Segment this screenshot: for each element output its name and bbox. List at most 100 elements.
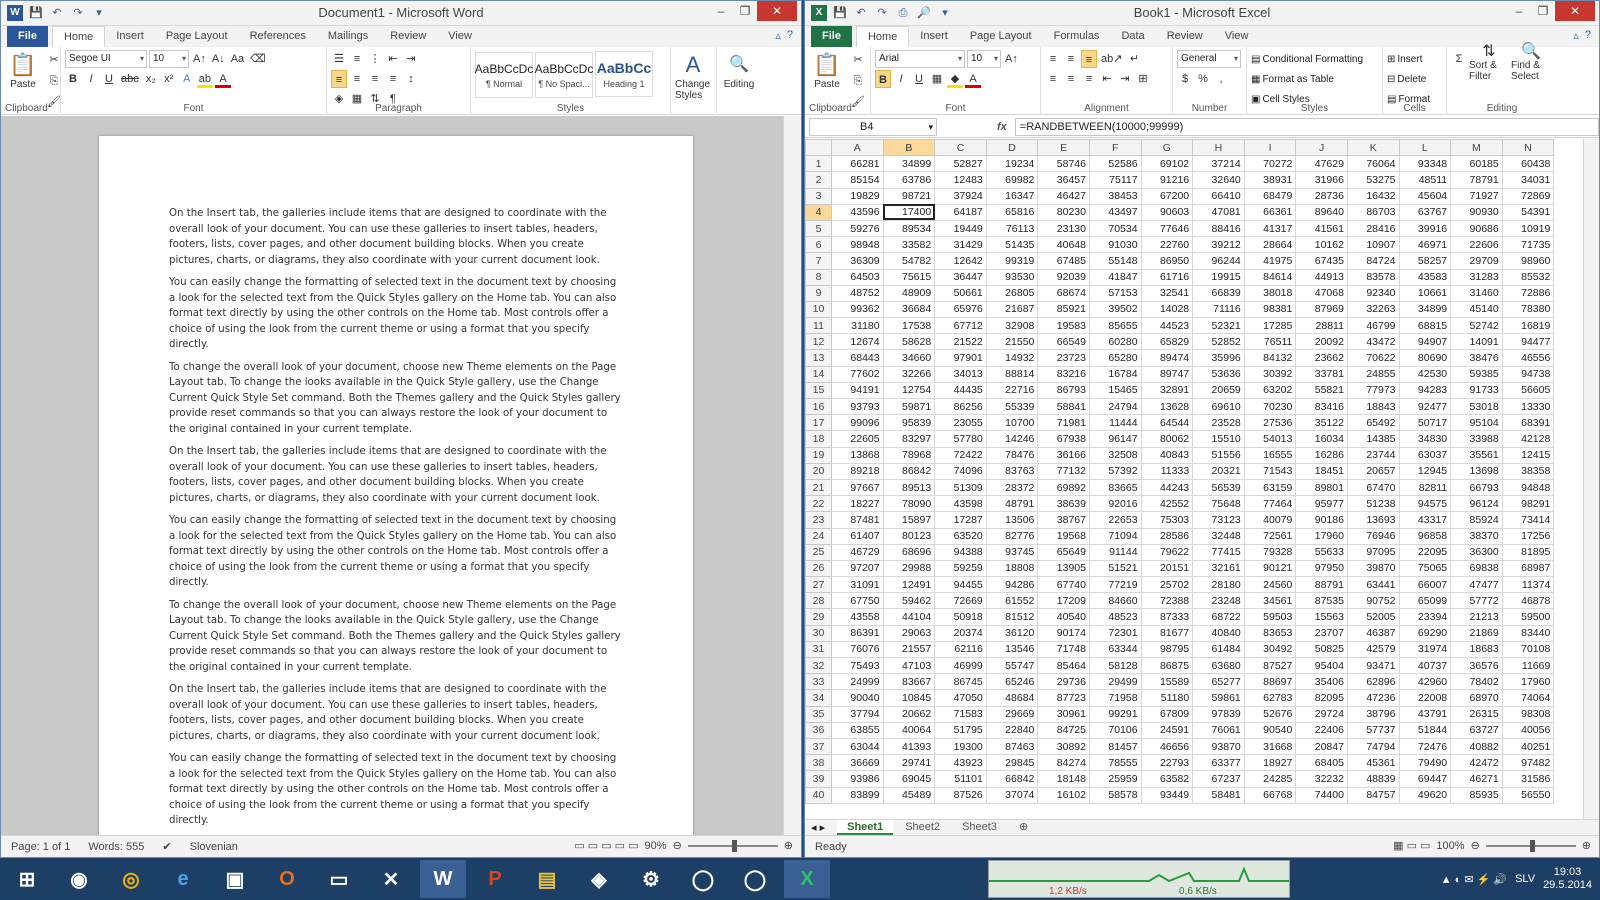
row-header[interactable]: 24 — [805, 527, 832, 545]
cell[interactable]: 93348 — [1398, 155, 1452, 173]
highlight-icon[interactable]: ab — [196, 70, 213, 88]
row-header[interactable]: 14 — [805, 365, 832, 383]
cell[interactable]: 95977 — [1295, 495, 1348, 513]
cell[interactable]: 72301 — [1088, 624, 1142, 642]
cell[interactable]: 64503 — [831, 268, 884, 286]
numbering-icon[interactable]: ≡ — [349, 50, 365, 68]
column-header[interactable]: E — [1037, 139, 1090, 157]
cell[interactable]: 71543 — [1243, 462, 1297, 480]
cell[interactable]: 17960 — [1295, 527, 1348, 545]
document-paragraph[interactable]: On the Insert tab, the galleries include… — [169, 206, 623, 268]
cell[interactable]: 11333 — [1140, 462, 1194, 480]
row-header[interactable]: 33 — [805, 673, 832, 691]
cell[interactable]: 41561 — [1295, 219, 1348, 238]
cell[interactable]: 31668 — [1243, 737, 1297, 756]
cell[interactable]: 34660 — [882, 349, 936, 367]
cell[interactable]: 87527 — [1243, 656, 1297, 675]
align-right-icon[interactable]: ≡ — [1081, 70, 1097, 88]
cell[interactable]: 10661 — [1398, 284, 1452, 302]
cell[interactable]: 12642 — [934, 252, 987, 270]
cell[interactable]: 10907 — [1346, 236, 1400, 254]
row-header[interactable]: 4 — [805, 203, 832, 221]
document-paragraph[interactable]: To change the overall look of your docum… — [169, 598, 623, 676]
cell[interactable]: 40648 — [1037, 236, 1090, 254]
cell[interactable]: 12674 — [831, 333, 884, 351]
cell[interactable]: 89640 — [1295, 203, 1348, 221]
cell[interactable]: 94286 — [985, 576, 1039, 594]
vertical-scrollbar[interactable] — [1583, 139, 1599, 825]
grow-font-icon[interactable]: A↑ — [1003, 50, 1020, 68]
cell[interactable]: 68722 — [1192, 608, 1245, 626]
cell[interactable]: 69290 — [1398, 624, 1452, 642]
percent-icon[interactable]: % — [1195, 70, 1211, 88]
cell[interactable]: 10919 — [1501, 219, 1555, 238]
row-header[interactable]: 3 — [805, 187, 832, 205]
cell[interactable]: 74794 — [1346, 737, 1400, 756]
cell[interactable]: 15563 — [1295, 608, 1348, 626]
cell[interactable]: 36300 — [1450, 543, 1503, 561]
cell[interactable]: 80230 — [1037, 203, 1090, 221]
cell[interactable]: 90752 — [1346, 592, 1400, 610]
cell[interactable]: 22760 — [1140, 236, 1194, 254]
column-header[interactable]: G — [1140, 139, 1194, 157]
cell[interactable]: 64187 — [934, 203, 987, 221]
cell[interactable]: 75065 — [1398, 559, 1452, 578]
cell[interactable]: 17538 — [882, 317, 936, 335]
cell[interactable]: 47103 — [882, 656, 936, 675]
cell[interactable]: 92016 — [1088, 495, 1142, 513]
minimize-button[interactable]: – — [709, 1, 733, 21]
cell[interactable]: 84725 — [1037, 721, 1090, 739]
row-header[interactable]: 18 — [805, 430, 832, 448]
font-size-combo[interactable]: 10 — [149, 50, 189, 68]
cell[interactable]: 56605 — [1501, 381, 1555, 400]
cell[interactable]: 44435 — [934, 381, 987, 400]
cell[interactable]: 39916 — [1398, 219, 1452, 238]
cell[interactable]: 38639 — [1037, 495, 1090, 513]
maximize-button[interactable]: ❐ — [1531, 1, 1555, 21]
cell[interactable]: 88791 — [1295, 576, 1348, 594]
cell[interactable]: 38453 — [1088, 187, 1142, 205]
cell[interactable]: 67809 — [1140, 705, 1194, 723]
cell[interactable]: 37214 — [1192, 155, 1245, 173]
tab-home[interactable]: Home — [855, 26, 910, 47]
cell[interactable]: 31460 — [1450, 284, 1503, 302]
cell[interactable]: 72886 — [1501, 284, 1555, 302]
cell[interactable]: 65099 — [1398, 592, 1452, 610]
cell[interactable]: 94907 — [1398, 333, 1452, 351]
cell[interactable]: 54013 — [1243, 430, 1297, 448]
tab-insert[interactable]: Insert — [909, 26, 959, 47]
row-header[interactable]: 37 — [805, 737, 832, 756]
cell[interactable]: 87526 — [934, 786, 987, 804]
cell[interactable]: 77219 — [1088, 576, 1142, 594]
cell[interactable]: 55821 — [1295, 381, 1348, 400]
cell[interactable]: 23394 — [1398, 608, 1452, 626]
cell[interactable]: 55747 — [985, 656, 1039, 675]
cell[interactable]: 87969 — [1295, 300, 1348, 319]
cell[interactable]: 67750 — [831, 592, 884, 610]
cell[interactable]: 14246 — [985, 430, 1039, 448]
tab-view[interactable]: View — [1214, 26, 1260, 47]
cell[interactable]: 94388 — [934, 543, 987, 561]
cell[interactable]: 63441 — [1346, 576, 1400, 594]
cell[interactable]: 59861 — [1192, 689, 1245, 707]
start-button[interactable]: ⊞ — [4, 860, 50, 898]
cell[interactable]: 48839 — [1346, 770, 1400, 788]
cell[interactable]: 16102 — [1037, 786, 1090, 804]
steam-icon[interactable]: ⚙ — [628, 860, 674, 898]
cell[interactable]: 90540 — [1243, 721, 1297, 739]
cell[interactable]: 34013 — [934, 365, 987, 383]
cell[interactable]: 29736 — [1037, 673, 1090, 691]
cell[interactable]: 77132 — [1037, 462, 1090, 480]
align-left-icon[interactable]: ≡ — [331, 70, 347, 88]
cell[interactable]: 48511 — [1398, 171, 1452, 189]
cell[interactable]: 40540 — [1037, 608, 1090, 626]
cell[interactable]: 22840 — [985, 721, 1039, 739]
row-header[interactable]: 25 — [805, 543, 832, 561]
cell[interactable]: 36447 — [934, 268, 987, 286]
cell[interactable]: 13698 — [1450, 462, 1503, 480]
cell[interactable]: 43923 — [934, 754, 987, 772]
cell[interactable]: 58128 — [1088, 656, 1142, 675]
cell[interactable]: 69892 — [1037, 478, 1090, 497]
cell[interactable]: 30492 — [1243, 640, 1297, 659]
cell[interactable]: 21557 — [882, 640, 936, 659]
